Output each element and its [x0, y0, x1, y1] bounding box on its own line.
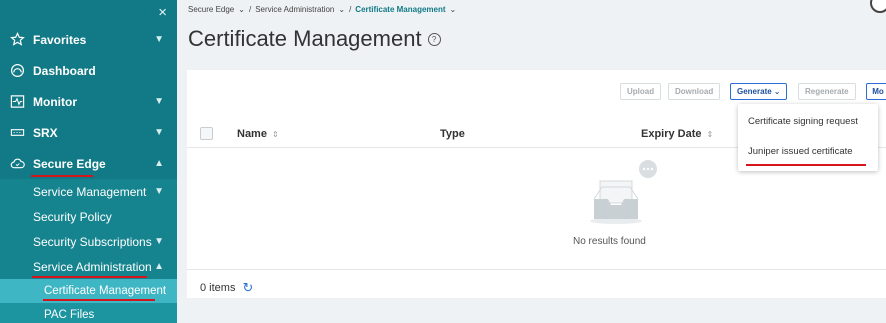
chevron-down-icon[interactable]: ▼ — [154, 186, 164, 197]
select-all-checkbox[interactable] — [200, 127, 213, 140]
refresh-icon[interactable]: ↻ — [242, 280, 253, 296]
cloud-icon — [8, 156, 26, 172]
sidebar-subitem-label: Security Subscriptions — [33, 234, 152, 249]
sidebar-item-label: SRX — [33, 125, 58, 140]
sidebar-subitem-service-administration[interactable]: Service Administration ▲ — [0, 254, 177, 279]
breadcrumb-item[interactable]: Service Administration — [255, 5, 334, 14]
sidebar-item-monitor[interactable]: Monitor ▼ — [0, 86, 177, 117]
sidebar-item-favorites[interactable]: Favorites ▼ — [0, 24, 177, 55]
sidebar-close-icon[interactable]: × — [158, 4, 167, 21]
chevron-up-icon[interactable]: ▲ — [154, 261, 164, 272]
sidebar-subsubitem-certificate-management[interactable]: Certificate Management — [0, 279, 177, 303]
sidebar-subsubitem-label: PAC Files — [44, 309, 95, 321]
generate-button-label: Generate — [737, 87, 772, 96]
column-header-label: Name — [237, 128, 267, 140]
help-icon[interactable]: ? — [427, 32, 441, 46]
sort-icon[interactable]: ⇕ — [272, 130, 279, 139]
menu-item-juniper-issued-certificate[interactable]: Juniper issued certificate — [748, 146, 853, 157]
chevron-down-icon[interactable]: ⌄ — [238, 5, 245, 14]
column-header-name[interactable]: Name ⇕ — [237, 128, 279, 140]
column-header-type[interactable]: Type — [440, 128, 465, 140]
sidebar-item-secure-edge[interactable]: Secure Edge ▲ — [0, 148, 177, 179]
breadcrumb-current[interactable]: Certificate Management — [355, 5, 445, 14]
chevron-down-icon[interactable]: ⌄ — [450, 5, 457, 14]
items-count: 0 items ↻ — [200, 280, 253, 296]
annotation-underline — [43, 299, 155, 301]
sidebar-item-srx[interactable]: SRX ▼ — [0, 117, 177, 148]
monitor-icon — [8, 94, 26, 110]
column-header-label: Type — [440, 128, 465, 140]
annotation-underline — [32, 276, 147, 278]
chevron-down-icon: ⌄ — [773, 87, 781, 96]
sidebar-subitem-label: Service Management — [33, 184, 147, 199]
download-button[interactable]: Download — [668, 83, 721, 100]
breadcrumb-item[interactable]: Secure Edge — [188, 5, 234, 14]
star-icon — [8, 32, 26, 48]
regenerate-button[interactable]: Regenerate — [798, 83, 856, 100]
generate-button[interactable]: Generate ⌄ — [730, 83, 788, 100]
sidebar-top: × — [0, 0, 177, 24]
sidebar-subitem-label: Service Administration — [33, 259, 152, 274]
breadcrumb: Secure Edge ⌄ / Service Administration ⌄… — [188, 5, 456, 14]
annotation-underline — [746, 164, 866, 166]
sidebar-subitem-label: Security Policy — [33, 209, 112, 224]
partial-circle-icon — [870, 0, 886, 13]
sidebar-subitem-security-subscriptions[interactable]: Security Subscriptions ▼ — [0, 229, 177, 254]
srx-icon — [8, 125, 26, 141]
sidebar: × Favorites ▼ Dashboard Monitor ▼ SRX ▼ … — [0, 0, 177, 323]
breadcrumb-separator: / — [349, 5, 352, 14]
chevron-down-icon[interactable]: ▼ — [154, 96, 164, 107]
column-header-label: Expiry Date — [641, 128, 702, 140]
page-title-text: Certificate Management — [188, 26, 422, 51]
sidebar-subsubitem-pac-files[interactable]: PAC Files — [0, 303, 177, 323]
sidebar-subitem-service-management[interactable]: Service Management ▼ — [0, 179, 177, 204]
chevron-down-icon[interactable]: ▼ — [154, 236, 164, 247]
empty-state-icon — [582, 159, 660, 229]
items-count-text: 0 items — [200, 282, 236, 294]
sidebar-item-label: Secure Edge — [33, 156, 106, 171]
upload-button[interactable]: Upload — [620, 83, 662, 100]
annotation-underline — [31, 175, 93, 177]
chevron-down-icon[interactable]: ▼ — [154, 34, 164, 45]
footer-divider — [187, 269, 886, 270]
breadcrumb-separator: / — [248, 5, 252, 14]
chevron-up-icon[interactable]: ▲ — [154, 158, 164, 169]
dashboard-icon — [8, 63, 26, 79]
sidebar-item-label: Monitor — [33, 94, 77, 109]
sidebar-subsubitem-label: Certificate Management — [44, 285, 167, 297]
chevron-down-icon[interactable]: ▼ — [154, 127, 164, 138]
sidebar-item-label: Dashboard — [33, 63, 96, 78]
column-header-expiry-date[interactable]: Expiry Date ⇕ — [641, 128, 713, 140]
sidebar-subitem-security-policy[interactable]: Security Policy — [0, 204, 177, 229]
page-title: Certificate Management ? — [188, 26, 441, 52]
more-button[interactable]: Mo — [866, 83, 886, 100]
sidebar-item-label: Favorites — [33, 32, 87, 47]
empty-state-text: No results found — [573, 236, 646, 247]
sidebar-item-dashboard[interactable]: Dashboard — [0, 55, 177, 86]
chevron-down-icon[interactable]: ⌄ — [338, 5, 345, 14]
sort-icon[interactable]: ⇕ — [707, 130, 714, 139]
menu-item-certificate-signing-request[interactable]: Certificate signing request — [748, 116, 858, 127]
generate-dropdown-menu: Certificate signing request Juniper issu… — [738, 104, 878, 171]
